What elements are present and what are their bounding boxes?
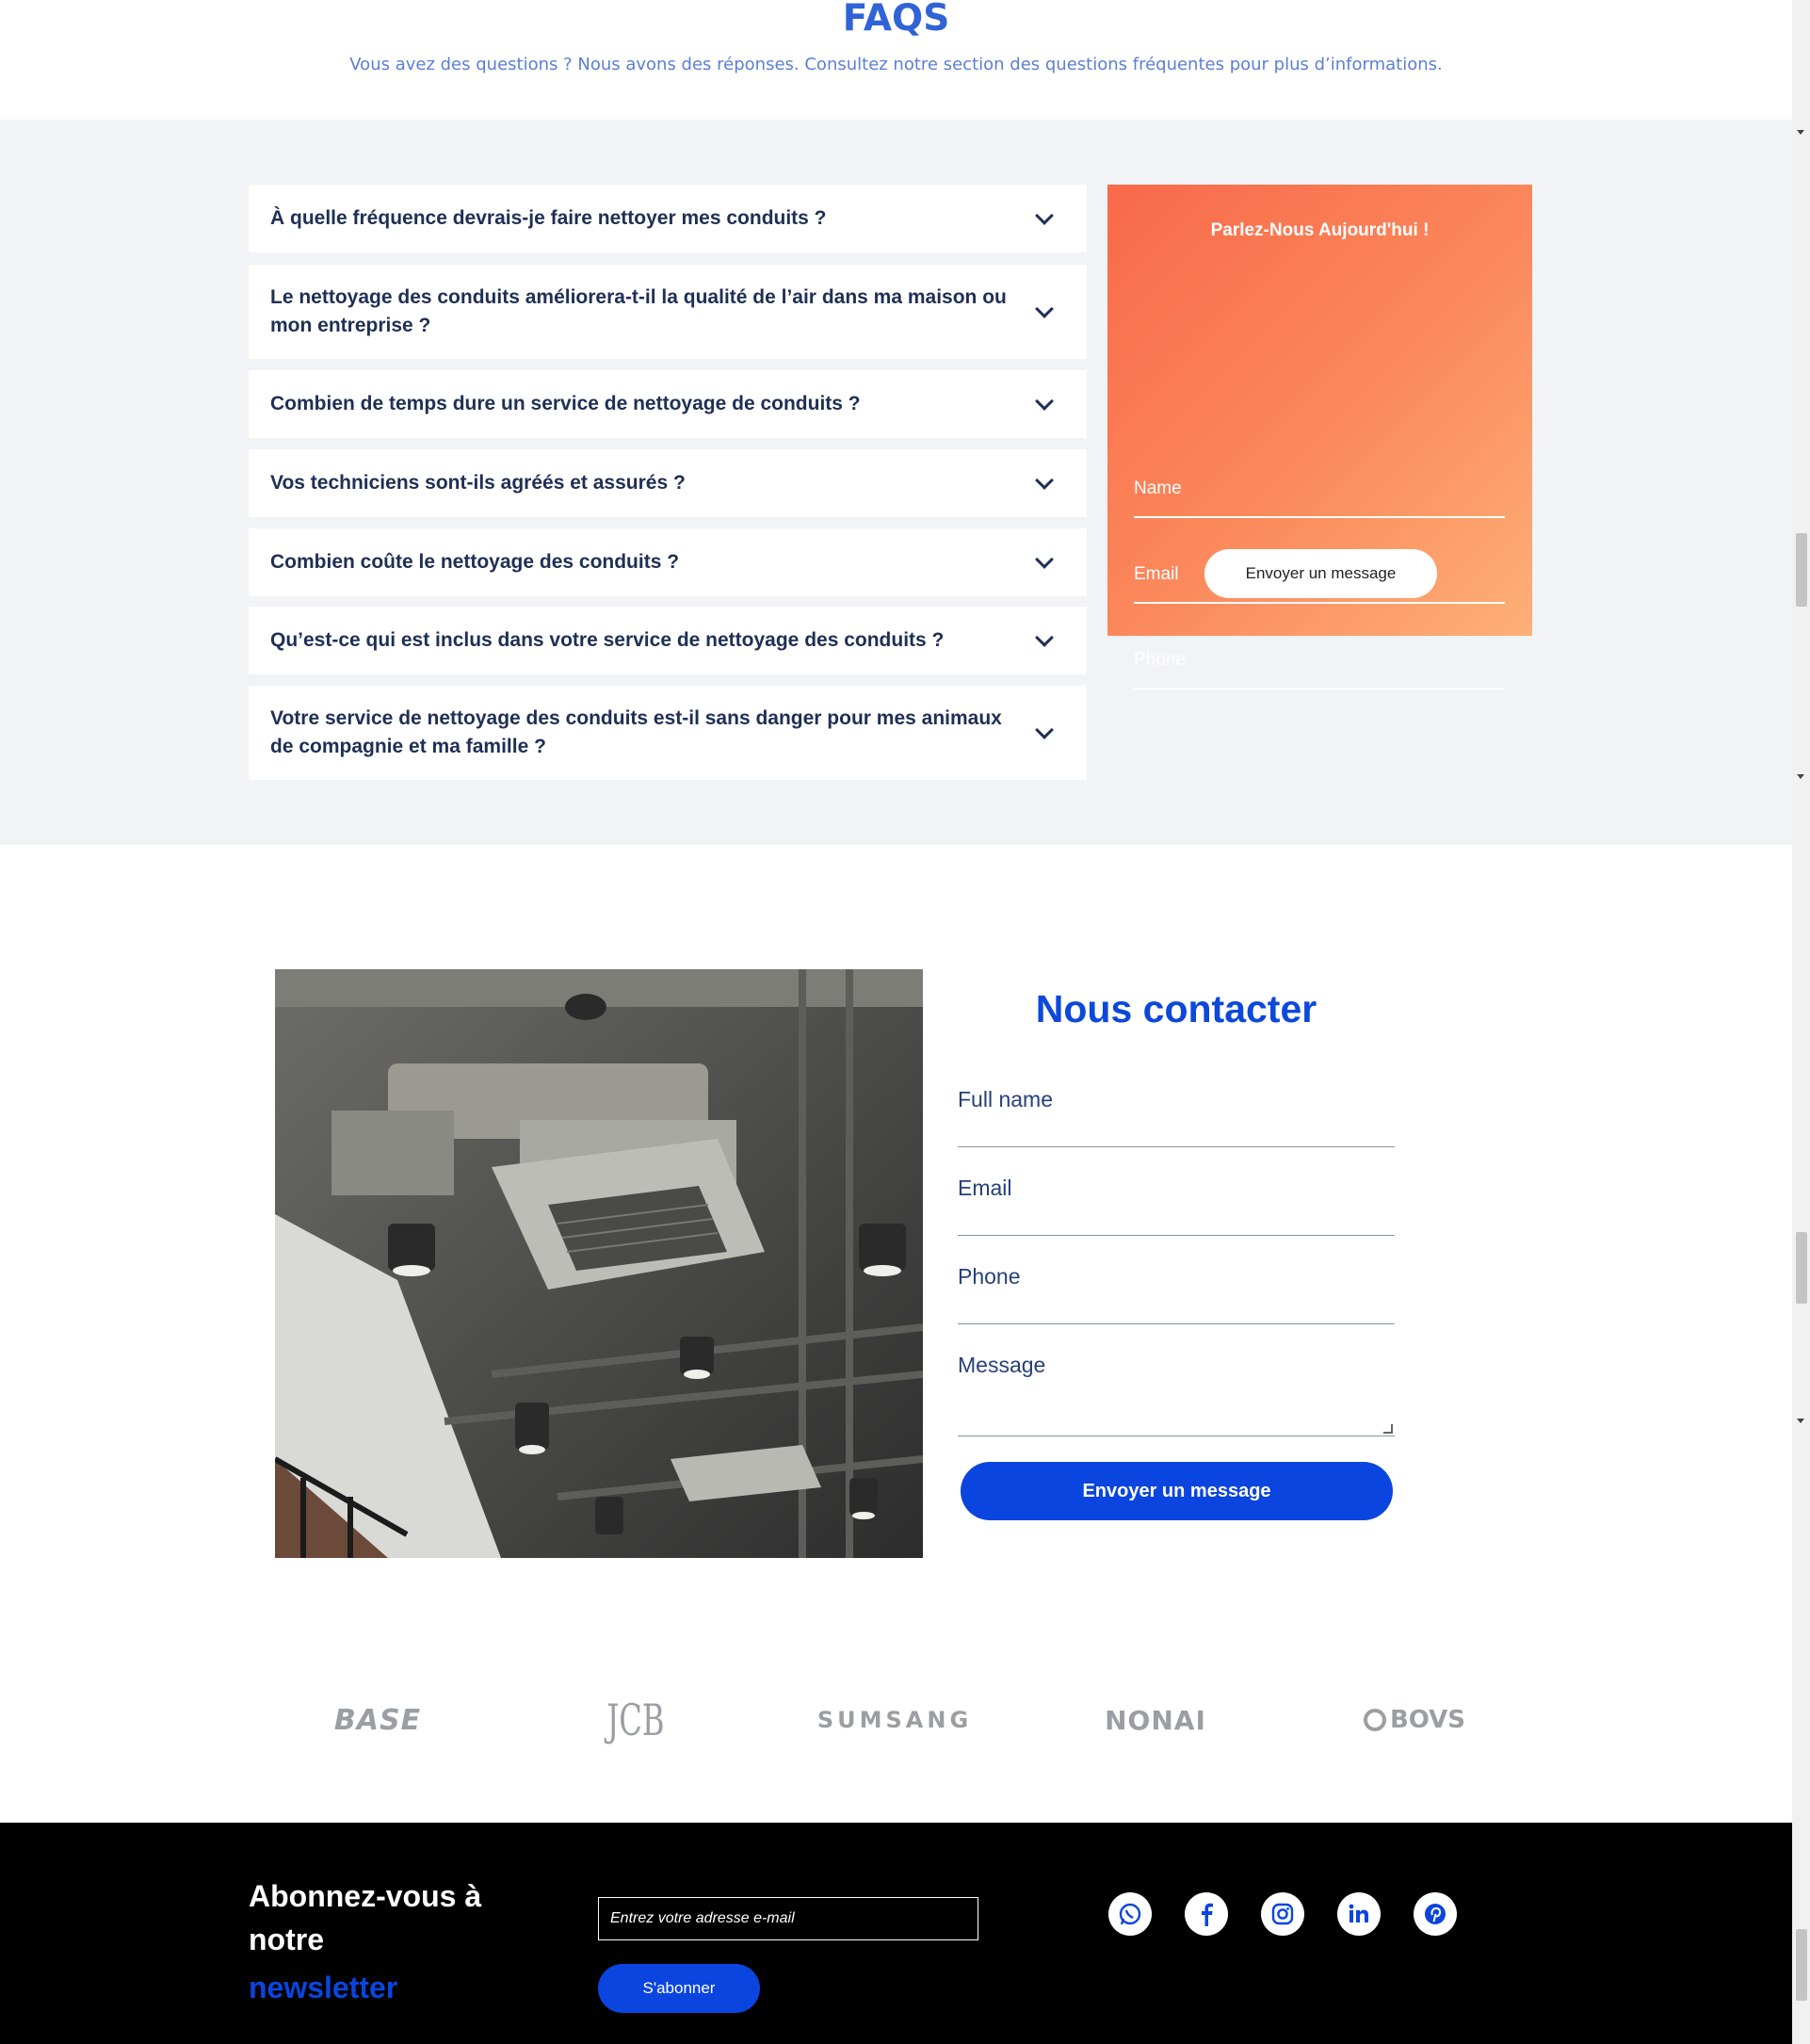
- page-scrollbar[interactable]: [1792, 0, 1810, 2044]
- resize-grip-icon[interactable]: [1383, 1424, 1393, 1434]
- faq-title: FAQS: [842, 0, 950, 40]
- footer: Abonnez-vous à notre newsletter S'abonne…: [0, 1823, 1792, 2044]
- faq-header: FAQS Vous avez des questions ? Nous avon…: [0, 0, 1792, 120]
- faq-item-4[interactable]: Vos techniciens sont-ils agréés et assur…: [249, 449, 1087, 517]
- pinterest-icon[interactable]: [1414, 1892, 1457, 1936]
- chevron-down-icon: [1035, 721, 1054, 739]
- faq-item-5[interactable]: Combien coûte le nettoyage des conduits …: [249, 528, 1087, 596]
- quick-contact-form: Parlez-Nous Aujourd'hui ! Name Email Pho…: [1107, 185, 1532, 689]
- faq-item-1[interactable]: À quelle fréquence devrais-je faire nett…: [249, 185, 1087, 252]
- brand-logo-bovs: BOVS: [1362, 1695, 1467, 1744]
- faq-item-6[interactable]: Qu’est-ce qui est inclus dans votre serv…: [249, 607, 1087, 674]
- faq-question: Votre service de nettoyage des conduits …: [270, 707, 1002, 757]
- quick-send-button[interactable]: Envoyer un message: [1204, 549, 1437, 598]
- facebook-icon[interactable]: [1185, 1892, 1228, 1936]
- chevron-down-icon: [1035, 300, 1054, 318]
- email-label: Email: [958, 1176, 1012, 1200]
- faq-question: Le nettoyage des conduits améliorera-t-i…: [270, 286, 1007, 336]
- linkedin-icon[interactable]: [1337, 1892, 1381, 1936]
- scroll-down-arrow-icon[interactable]: [1797, 130, 1804, 135]
- whatsapp-icon[interactable]: [1108, 1892, 1152, 1936]
- faq-item-3[interactable]: Combien de temps dure un service de nett…: [249, 370, 1087, 438]
- brand-logo-base: BASE: [333, 1703, 422, 1737]
- instagram-icon[interactable]: [1261, 1892, 1304, 1936]
- scrollbar-thumb[interactable]: [1796, 533, 1807, 607]
- quick-email-label: Email: [1134, 564, 1179, 584]
- newsletter-line-3: newsletter: [249, 1971, 398, 2004]
- phone-field[interactable]: Phone: [958, 1264, 1395, 1324]
- faq-question: À quelle fréquence devrais-je faire nett…: [270, 207, 827, 229]
- email-field[interactable]: Email: [958, 1176, 1395, 1236]
- faq-question: Vos techniciens sont-ils agréés et assur…: [270, 472, 686, 494]
- chevron-down-icon: [1035, 206, 1054, 225]
- quick-phone-label: Phone: [1134, 650, 1186, 670]
- scroll-down-arrow-icon[interactable]: [1797, 774, 1804, 779]
- scroll-down-arrow-icon[interactable]: [1797, 1419, 1804, 1423]
- faq-item-2[interactable]: Le nettoyage des conduits améliorera-t-i…: [249, 265, 1087, 359]
- hvac-ceiling-photo: [275, 969, 923, 1558]
- quick-name-field[interactable]: Name: [1134, 462, 1505, 518]
- chevron-down-icon: [1035, 628, 1054, 647]
- newsletter-line-2: notre: [249, 1922, 324, 1956]
- brand-logo-nonai: NONAI: [1105, 1704, 1206, 1736]
- subscribe-button[interactable]: S'abonner: [598, 1964, 760, 2013]
- message-label: Message: [958, 1353, 1046, 1377]
- chevron-down-icon: [1035, 550, 1054, 569]
- faq-item-7[interactable]: Votre service de nettoyage des conduits …: [249, 686, 1087, 780]
- quick-contact-title: Parlez-Nous Aujourd'hui !: [1210, 220, 1430, 240]
- full-name-field[interactable]: Full name: [958, 1087, 1395, 1147]
- scrollbar-thumb[interactable]: [1796, 1232, 1807, 1304]
- faq-subtitle: Vous avez des questions ? Nous avons des…: [349, 55, 1443, 74]
- quick-phone-field[interactable]: Phone: [1134, 633, 1505, 689]
- contact-title: Nous contacter: [1035, 987, 1317, 1030]
- bovs-circle-icon: [1363, 1709, 1386, 1731]
- newsletter-line-1: Abonnez-vous à: [249, 1879, 482, 1913]
- chevron-down-icon: [1035, 471, 1054, 490]
- scrollbar-thumb[interactable]: [1796, 1929, 1807, 2001]
- faq-question: Combien coûte le nettoyage des conduits …: [270, 551, 680, 573]
- brand-logo-jcb: JCB: [606, 1695, 665, 1745]
- faq-question: Qu’est-ce qui est inclus dans votre serv…: [270, 629, 945, 651]
- contact-send-button[interactable]: Envoyer un message: [961, 1462, 1393, 1520]
- quick-name-label: Name: [1134, 479, 1182, 498]
- chevron-down-icon: [1035, 392, 1054, 411]
- phone-label: Phone: [958, 1264, 1021, 1289]
- faq-question: Combien de temps dure un service de nett…: [270, 393, 861, 414]
- full-name-label: Full name: [958, 1087, 1053, 1111]
- message-field[interactable]: Message: [958, 1353, 1395, 1436]
- brand-logo-sumsang: SUMSANG: [816, 1707, 973, 1733]
- newsletter-email-input[interactable]: [598, 1897, 978, 1940]
